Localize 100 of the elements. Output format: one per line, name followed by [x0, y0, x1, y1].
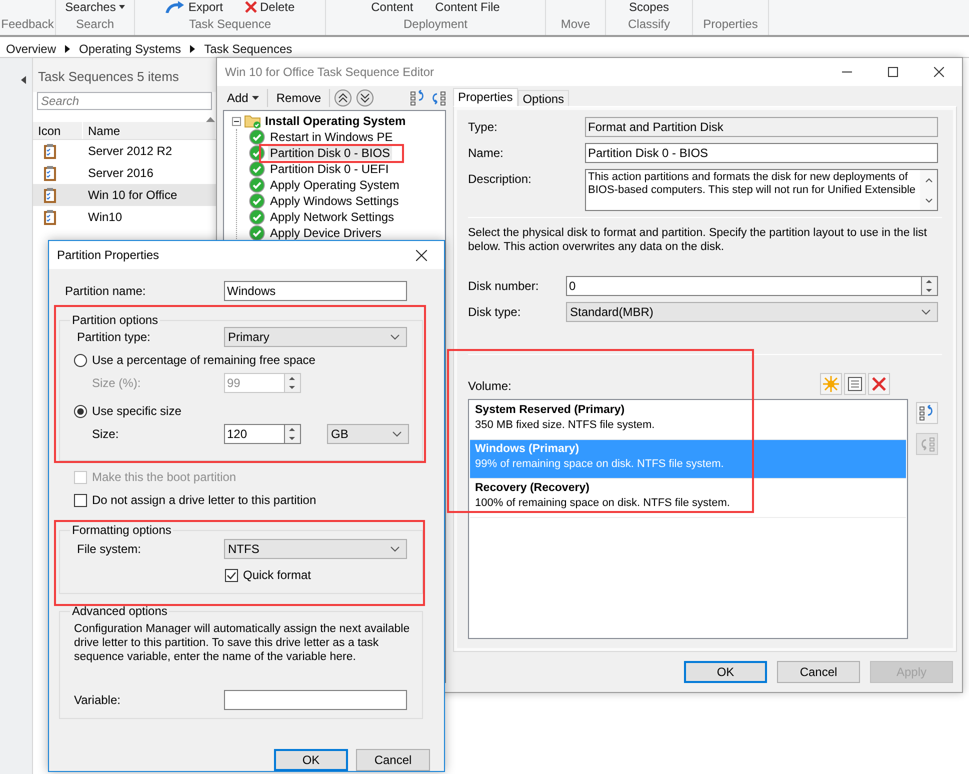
- clipboard-icon: [43, 142, 57, 160]
- ribbon-group-label: Feedback: [1, 17, 54, 31]
- field-label: Disk number:: [468, 278, 540, 293]
- field-label: Name:: [468, 145, 504, 160]
- dialog-button[interactable]: OK: [684, 661, 767, 683]
- variable-field[interactable]: [224, 690, 407, 710]
- disk-type-dropdown[interactable]: Standard(MBR): [566, 302, 938, 322]
- spin-buttons[interactable]: [921, 276, 938, 296]
- ribbon-button[interactable]: Content: [371, 0, 414, 14]
- radio-option[interactable]: Use specific size: [74, 401, 182, 421]
- chevron-right-icon: [190, 44, 196, 52]
- field-label: Variable:: [74, 692, 122, 707]
- delete-icon[interactable]: [868, 373, 890, 395]
- description-field[interactable]: This action partitions and formats the disk for new deployments of BIOS-based computers. This step will not run for Unified Extensible: [585, 169, 938, 211]
- ribbon-group-label: Classify: [628, 17, 670, 31]
- field-label: Type:: [468, 119, 498, 134]
- list-down-icon[interactable]: [430, 90, 446, 106]
- tree-item[interactable]: Apply Windows Settings: [268, 194, 401, 208]
- size-field[interactable]: 120: [224, 424, 284, 444]
- curved-arrow-icon: [165, 1, 186, 13]
- radio-icon: [74, 404, 87, 418]
- checkbox-icon: [225, 568, 238, 582]
- group-title: Partition options: [71, 313, 160, 327]
- move-up-icon[interactable]: [916, 402, 938, 424]
- radio-option[interactable]: Use a percentage of remaining free space: [74, 350, 316, 370]
- list-row[interactable]: Win 10 for Office: [33, 184, 216, 206]
- chevron-down-icon: [921, 309, 931, 315]
- sort-arrow-icon: [206, 117, 215, 122]
- volume-title: Windows (Primary): [475, 443, 580, 455]
- volume-detail: 100% of remaining space on disk. NTFS file system.: [475, 497, 731, 509]
- ribbon-button[interactable]: Export: [165, 0, 223, 14]
- dialog-button[interactable]: Cancel: [777, 661, 860, 683]
- spin-buttons[interactable]: [284, 373, 301, 393]
- ribbon-group-label: Move: [560, 17, 590, 31]
- ribbon-button[interactable]: Content File: [435, 0, 500, 14]
- tree-group[interactable]: Install Operating System: [265, 114, 406, 128]
- ribbon-group-label: Properties: [703, 17, 758, 31]
- tab[interactable]: Options: [518, 90, 570, 106]
- breadcrumb-link[interactable]: Operating Systems: [79, 42, 182, 56]
- check-circle-icon: [249, 177, 265, 193]
- dialog-button[interactable]: Cancel: [356, 749, 430, 771]
- collapse-toggle-icon[interactable]: [232, 116, 241, 126]
- new-star-icon[interactable]: [820, 373, 842, 395]
- field-label: Size (%):: [91, 376, 142, 390]
- partition-name-field[interactable]: Windows: [224, 281, 407, 301]
- volume-label: Volume:: [468, 378, 512, 392]
- field-label: Description:: [468, 171, 532, 186]
- check-circle-icon: [249, 145, 265, 161]
- collapse-icon[interactable]: [21, 76, 26, 84]
- spin-buttons[interactable]: [284, 424, 301, 444]
- ribbon-group-label: Deployment: [403, 17, 468, 31]
- ribbon-group-label: Task Sequence: [188, 17, 272, 31]
- delete-icon: [245, 1, 257, 13]
- tree-item[interactable]: Restart in Windows PE: [268, 130, 395, 144]
- tree-item[interactable]: Apply Network Settings: [268, 210, 396, 224]
- move-up-icon[interactable]: [334, 89, 352, 107]
- chevron-down-icon: [390, 546, 400, 552]
- ribbon-button[interactable]: Searches: [65, 0, 125, 14]
- dialog-button[interactable]: OK: [274, 749, 348, 771]
- name-field[interactable]: Partition Disk 0 - BIOS: [585, 143, 938, 163]
- ribbon-button[interactable]: Scopes: [628, 0, 670, 14]
- tab[interactable]: Properties: [453, 88, 518, 106]
- scroll-up-icon[interactable]: [924, 178, 932, 182]
- caret-icon: [118, 5, 125, 9]
- chevron-down-icon: [390, 334, 400, 340]
- breadcrumb-link[interactable]: Overview: [6, 42, 56, 56]
- type-field[interactable]: Format and Partition Disk: [585, 117, 938, 137]
- disk-number-field[interactable]: 0: [566, 276, 921, 296]
- volume-detail: 350 MB fixed size. NTFS file system.: [475, 419, 656, 431]
- checkbox-option[interactable]: Quick format: [225, 565, 312, 585]
- check-circle-icon: [249, 193, 265, 209]
- partition-type-dropdown[interactable]: Primary: [224, 327, 407, 347]
- file-system-dropdown[interactable]: NTFS: [224, 539, 407, 559]
- move-down-icon[interactable]: [356, 89, 374, 107]
- ribbon-group-label: Search: [76, 17, 114, 31]
- breadcrumb-link[interactable]: Task Sequences: [204, 42, 292, 56]
- check-circle-icon: [249, 129, 265, 145]
- field-label: Size:: [91, 427, 120, 441]
- checkbox-icon: [74, 494, 87, 506]
- volume-title: System Reserved (Primary): [475, 404, 626, 416]
- checkbox-option[interactable]: Do not assign a drive letter to this partition: [74, 490, 316, 510]
- field-label: File system:: [76, 541, 142, 556]
- unit-dropdown[interactable]: GB: [327, 424, 409, 444]
- properties-icon[interactable]: [844, 373, 866, 395]
- tree-item[interactable]: Apply Operating System: [268, 178, 402, 192]
- toolbar-button[interactable]: Remove: [272, 91, 326, 105]
- search-field[interactable]: Search: [37, 92, 212, 110]
- ribbon-button[interactable]: Delete: [245, 0, 295, 14]
- tree-item[interactable]: Apply Device Drivers: [268, 226, 384, 240]
- column-header[interactable]: Icon: [33, 122, 83, 139]
- list-up-icon[interactable]: [410, 90, 426, 106]
- clipboard-icon: [43, 186, 57, 204]
- field-label: Disk type:: [468, 304, 522, 319]
- chevron-right-icon: [65, 44, 70, 52]
- tree-item[interactable]: Partition Disk 0 - BIOS: [268, 146, 392, 160]
- instructions-text: Select the physical disk to format and partition. Specify the partition layout to use in the list below. This action overwrites any data on the disk.: [468, 226, 928, 254]
- toolbar-button[interactable]: Add: [223, 91, 264, 105]
- scroll-down-icon[interactable]: [924, 198, 932, 202]
- group-title: Advanced options: [71, 604, 168, 618]
- tree-item[interactable]: Partition Disk 0 - UEFI: [268, 162, 391, 176]
